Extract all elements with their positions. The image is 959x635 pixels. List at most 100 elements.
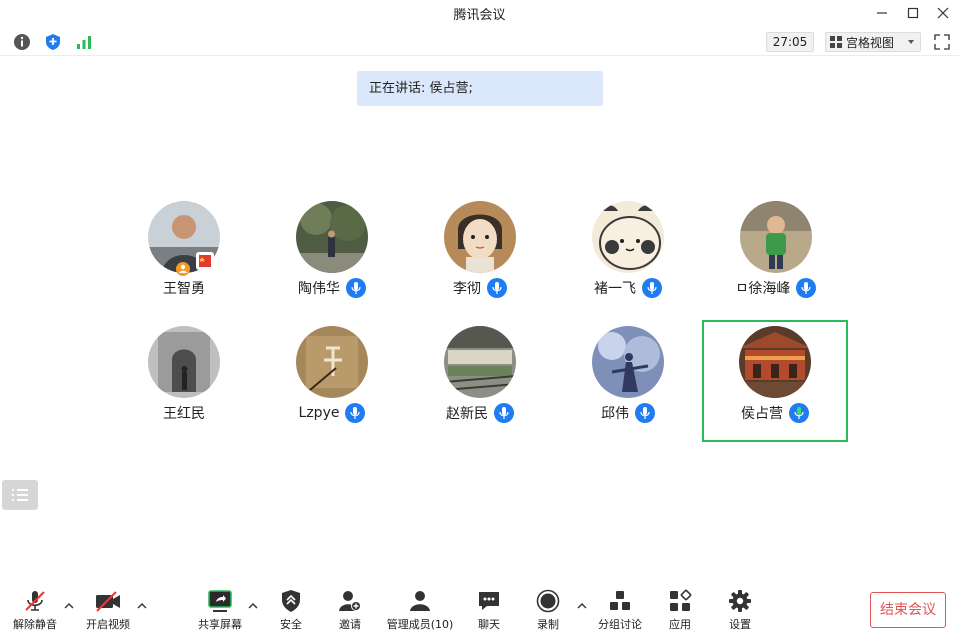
participant-tile[interactable]: Lzpye bbox=[259, 320, 405, 442]
participant-tile[interactable]: 李彻 bbox=[407, 195, 553, 317]
settings-button[interactable]: 设置 bbox=[708, 588, 772, 632]
meeting-info-button[interactable] bbox=[12, 32, 32, 52]
participant-name: 赵新民 bbox=[446, 406, 488, 422]
end-meeting-button[interactable]: 结束会议 bbox=[870, 592, 946, 628]
participant-tile[interactable]: 赵新民 bbox=[407, 320, 553, 442]
record-icon bbox=[536, 589, 560, 613]
apps-icon bbox=[670, 589, 692, 611]
microphone-icon bbox=[487, 278, 507, 298]
breakout-icon bbox=[610, 591, 630, 610]
participant-name-row: Lzpye bbox=[259, 403, 405, 423]
participant-tile[interactable]: 褚一飞 bbox=[555, 195, 701, 317]
fullscreen-button[interactable] bbox=[932, 32, 952, 52]
apps-label: 应用 bbox=[669, 618, 691, 631]
microphone-muted-icon bbox=[25, 591, 45, 611]
participant-tile-active-speaker[interactable]: 侯占营 bbox=[702, 320, 848, 442]
chevron-up-icon[interactable] bbox=[64, 602, 74, 610]
shield-icon bbox=[282, 590, 300, 612]
video-off-icon bbox=[96, 591, 120, 612]
participant-tile[interactable]: ㅁ徐海峰 bbox=[703, 195, 849, 317]
share-screen-label: 共享屏幕 bbox=[198, 618, 242, 631]
participant-tile[interactable]: 陶伟华 bbox=[259, 195, 405, 317]
avatar bbox=[592, 326, 664, 398]
add-user-icon bbox=[339, 591, 361, 611]
flag-badge-icon bbox=[196, 252, 214, 270]
chevron-down-icon bbox=[908, 40, 914, 44]
apps-button[interactable]: 应用 bbox=[648, 588, 712, 632]
member-list-toggle[interactable] bbox=[2, 480, 38, 510]
participant-tile[interactable]: 王红民 bbox=[111, 320, 257, 442]
participant-name: 陶伟华 bbox=[298, 281, 340, 297]
start-video-button[interactable]: 开启视频 bbox=[76, 588, 140, 632]
meeting-toolbar: 解除静音 开启视频 共享屏幕 安全 邀请 管理成员(10) 聊天 录制 分组讨论… bbox=[0, 582, 959, 635]
microphone-icon bbox=[494, 403, 514, 423]
avatar bbox=[444, 326, 516, 398]
security-label: 安全 bbox=[280, 618, 302, 631]
participant-name: 褚一飞 bbox=[594, 281, 636, 297]
microphone-icon bbox=[642, 278, 662, 298]
participant-name-row: 王智勇 bbox=[111, 278, 257, 298]
manage-members-label: 管理成员(10) bbox=[386, 618, 454, 631]
participant-name-row: 王红民 bbox=[111, 403, 257, 423]
microphone-speaking-icon bbox=[789, 403, 809, 423]
maximize-icon bbox=[907, 7, 919, 19]
share-screen-button[interactable]: 共享屏幕 bbox=[188, 588, 252, 632]
chat-icon bbox=[479, 592, 499, 610]
meeting-info-bar: 27:05 宫格视图 bbox=[0, 28, 959, 56]
avatar bbox=[740, 201, 812, 273]
speaking-indicator: 正在讲话: 侯占营; bbox=[357, 71, 603, 106]
microphone-icon bbox=[345, 403, 366, 423]
participant-name-row: 赵新民 bbox=[407, 403, 553, 423]
microphone-icon bbox=[346, 278, 366, 298]
participant-name-row: 侯占营 bbox=[704, 403, 846, 423]
security-button[interactable]: 安全 bbox=[259, 588, 323, 632]
close-button[interactable] bbox=[933, 3, 953, 23]
invite-button[interactable]: 邀请 bbox=[318, 588, 382, 632]
microphone-icon bbox=[796, 278, 817, 298]
chat-button[interactable]: 聊天 bbox=[457, 588, 521, 632]
avatar bbox=[739, 326, 811, 398]
participant-name-row: ㅁ徐海峰 bbox=[703, 278, 849, 298]
participant-tile[interactable]: 王智勇 bbox=[111, 195, 257, 317]
gear-icon bbox=[729, 590, 751, 612]
grid-view-dropdown[interactable]: 宫格视图 bbox=[825, 32, 921, 52]
avatar bbox=[296, 326, 368, 398]
participant-name: 李彻 bbox=[453, 281, 481, 297]
chat-label: 聊天 bbox=[478, 618, 500, 631]
avatar bbox=[148, 326, 220, 398]
settings-label: 设置 bbox=[729, 618, 751, 631]
breakout-rooms-button[interactable]: 分组讨论 bbox=[588, 588, 652, 632]
participant-name: ㅁ徐海峰 bbox=[735, 281, 791, 297]
grid-view-icon bbox=[830, 36, 842, 48]
security-status-button[interactable] bbox=[43, 32, 63, 52]
maximize-button[interactable] bbox=[903, 3, 923, 23]
chevron-up-icon[interactable] bbox=[137, 602, 147, 610]
avatar bbox=[296, 201, 368, 273]
chevron-up-icon[interactable] bbox=[248, 602, 258, 610]
minimize-icon bbox=[877, 12, 887, 14]
unmute-button[interactable]: 解除静音 bbox=[3, 588, 67, 632]
invite-label: 邀请 bbox=[339, 618, 361, 631]
minimize-button[interactable] bbox=[872, 3, 892, 23]
unmute-label: 解除静音 bbox=[13, 618, 57, 631]
host-badge-icon bbox=[176, 262, 190, 276]
breakout-label: 分组讨论 bbox=[598, 618, 642, 631]
network-status-button[interactable] bbox=[74, 32, 94, 52]
participant-name: 王红民 bbox=[163, 406, 205, 422]
chevron-up-icon[interactable] bbox=[577, 602, 587, 610]
avatar bbox=[592, 201, 664, 273]
record-label: 录制 bbox=[537, 618, 559, 631]
participant-name-row: 陶伟华 bbox=[259, 278, 405, 298]
share-screen-icon bbox=[208, 590, 232, 612]
participant-name-row: 邱伟 bbox=[555, 403, 701, 423]
record-button[interactable]: 录制 bbox=[516, 588, 580, 632]
participant-tile[interactable]: 邱伟 bbox=[555, 320, 701, 442]
fullscreen-icon bbox=[934, 34, 950, 50]
manage-members-button[interactable]: 管理成员(10) bbox=[384, 588, 456, 632]
participant-name-row: 李彻 bbox=[407, 278, 553, 298]
view-label: 宫格视图 bbox=[846, 35, 895, 50]
avatar bbox=[444, 201, 516, 273]
title-bar: 腾讯会议 bbox=[0, 0, 959, 26]
participant-name: 王智勇 bbox=[163, 281, 205, 297]
window-title: 腾讯会议 bbox=[453, 8, 506, 23]
